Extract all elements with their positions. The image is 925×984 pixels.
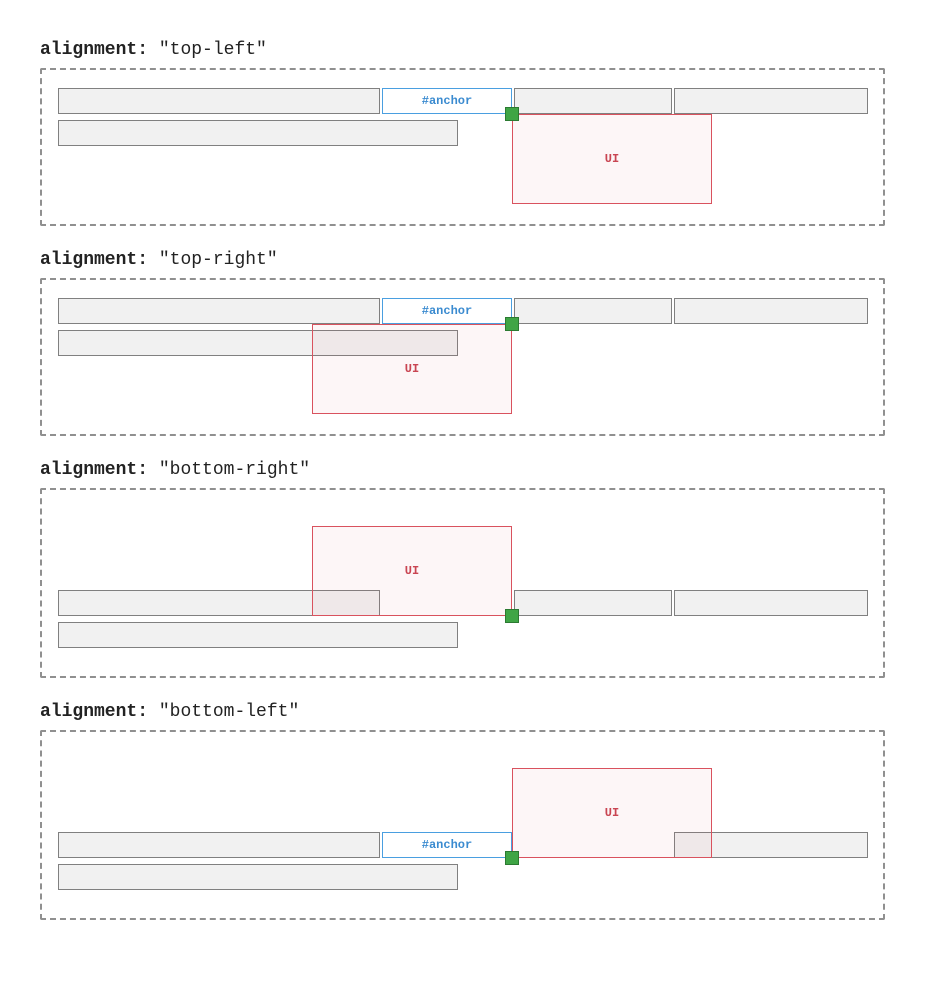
ui-label: UI	[405, 362, 419, 376]
anchor-point-icon	[505, 851, 519, 865]
placeholder-box	[674, 298, 868, 324]
placeholder-box	[514, 590, 672, 616]
label-key: alignment	[40, 460, 137, 480]
diagram-label: alignment: "bottom-right"	[40, 460, 885, 480]
diagram-label: alignment: "top-right"	[40, 250, 885, 270]
anchor-label: #anchor	[422, 304, 472, 318]
anchor-point-icon	[505, 317, 519, 331]
label-value: "bottom-right"	[159, 460, 310, 480]
anchor-label: #anchor	[422, 838, 472, 852]
label-value: "bottom-left"	[159, 702, 299, 722]
diagram-container: #anchor UI	[40, 278, 885, 436]
label-value: "top-left"	[159, 40, 267, 60]
label-colon: :	[137, 702, 148, 722]
anchor-label: #anchor	[422, 94, 472, 108]
placeholder-box	[674, 590, 868, 616]
placeholder-box	[58, 88, 380, 114]
placeholder-box	[58, 832, 380, 858]
label-colon: :	[137, 250, 148, 270]
label-colon: :	[137, 460, 148, 480]
placeholder-box	[514, 88, 672, 114]
anchor-box: #anchor	[382, 832, 512, 858]
placeholder-box	[58, 622, 458, 648]
ui-box: UI	[312, 526, 512, 616]
anchor-point-icon	[505, 107, 519, 121]
ui-box: UI	[512, 768, 712, 858]
ui-label: UI	[605, 806, 619, 820]
label-key: alignment	[40, 250, 137, 270]
label-key: alignment	[40, 40, 137, 60]
label-colon: :	[137, 40, 148, 60]
diagram-label: alignment: "top-left"	[40, 40, 885, 60]
placeholder-box	[58, 120, 458, 146]
ui-label: UI	[405, 564, 419, 578]
ui-box: UI	[512, 114, 712, 204]
diagram-bottom-left: alignment: "bottom-left" #anchor UI	[40, 702, 885, 920]
placeholder-box	[58, 864, 458, 890]
diagram-bottom-right: alignment: "bottom-right" #anchor UI	[40, 460, 885, 678]
placeholder-box	[58, 298, 380, 324]
diagram-top-right: alignment: "top-right" #anchor UI	[40, 250, 885, 436]
ui-box: UI	[312, 324, 512, 414]
diagram-container: #anchor UI	[40, 730, 885, 920]
diagram-container: #anchor UI	[40, 488, 885, 678]
label-value: "top-right"	[159, 250, 278, 270]
placeholder-box	[674, 88, 868, 114]
diagram-top-left: alignment: "top-left" #anchor UI	[40, 40, 885, 226]
anchor-box: #anchor	[382, 298, 512, 324]
anchor-box: #anchor	[382, 88, 512, 114]
ui-label: UI	[605, 152, 619, 166]
placeholder-box	[514, 298, 672, 324]
label-key: alignment	[40, 702, 137, 722]
diagram-label: alignment: "bottom-left"	[40, 702, 885, 722]
diagram-container: #anchor UI	[40, 68, 885, 226]
anchor-point-icon	[505, 609, 519, 623]
